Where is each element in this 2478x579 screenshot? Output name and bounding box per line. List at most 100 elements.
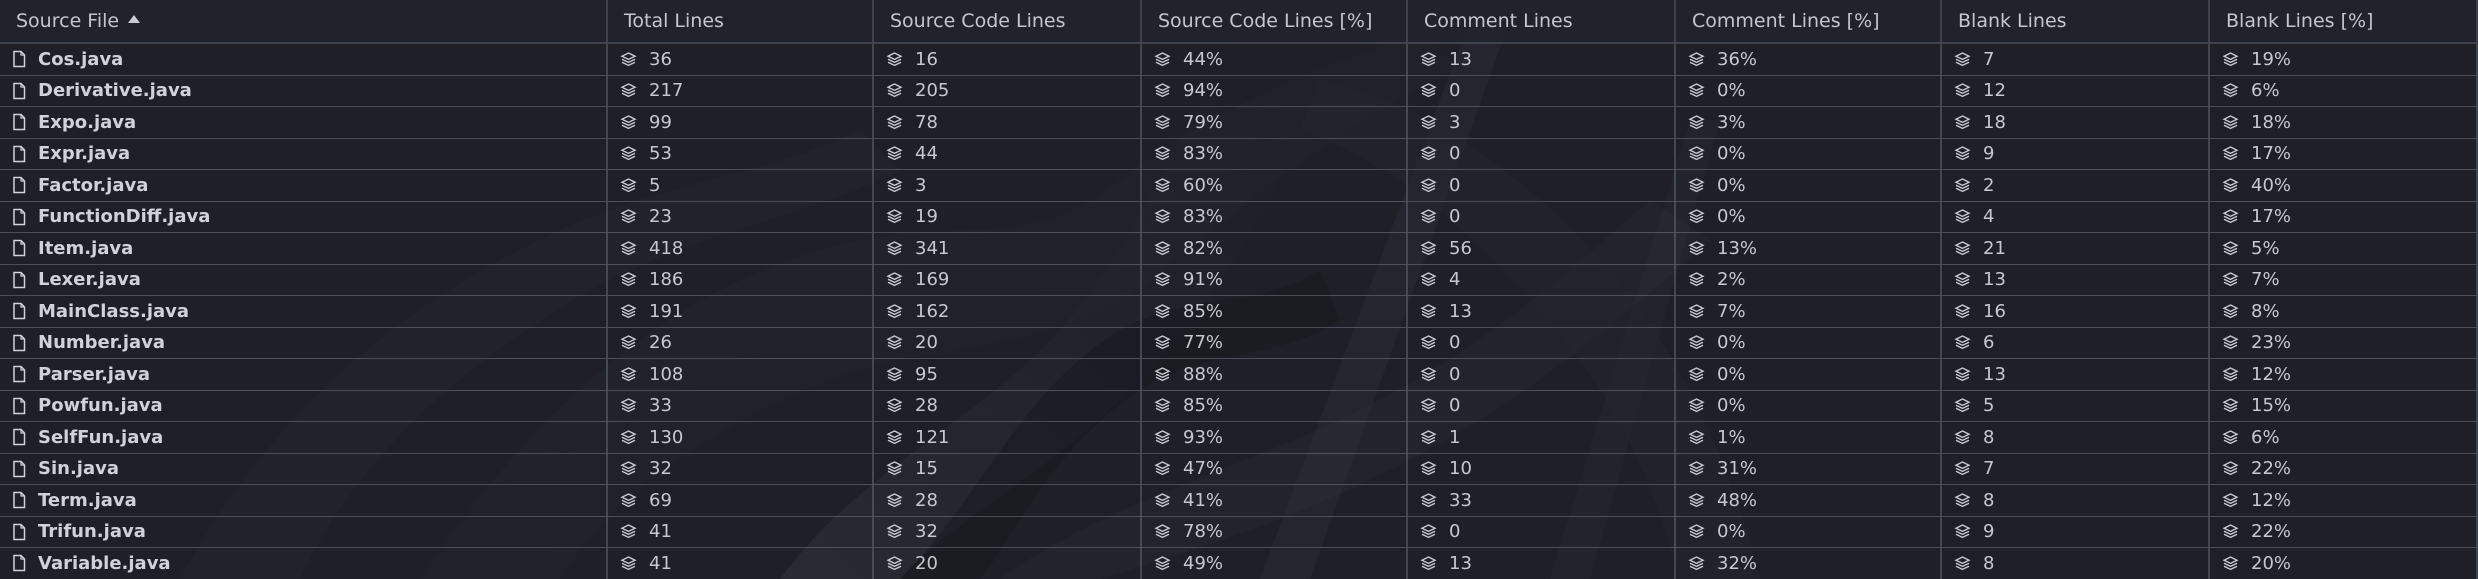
file-icon	[13, 271, 26, 288]
blank-lines-value: 8	[1983, 552, 1995, 574]
stack-icon	[2222, 555, 2239, 570]
blank-lines-pct-cell: 5%	[2210, 233, 2478, 264]
table-row[interactable]: Derivative.java 217 205 94% 0 0% 12 6%	[0, 75, 2478, 107]
blank-lines-value: 16	[1983, 300, 2006, 322]
comment-lines-cell: 13	[1408, 44, 1676, 75]
blank-lines-pct-cell: 8%	[2210, 296, 2478, 327]
stack-icon	[620, 272, 637, 287]
blank-lines-pct-cell: 40%	[2210, 170, 2478, 201]
source-file-cell[interactable]: Powfun.java	[0, 390, 608, 421]
comment-lines-cell: 3	[1408, 107, 1676, 138]
source-code-lines-cell: 162	[874, 296, 1142, 327]
table-row[interactable]: Sin.java 32 15 47% 10 31% 7 22%	[0, 453, 2478, 485]
table-row[interactable]: FunctionDiff.java 23 19 83% 0 0% 4 17%	[0, 201, 2478, 233]
stack-icon	[1954, 429, 1971, 444]
total-lines-cell: 41	[608, 548, 874, 579]
stack-icon	[1954, 240, 1971, 255]
comment-lines-pct-cell: 36%	[1676, 44, 1942, 75]
file-icon	[13, 177, 26, 194]
table-row[interactable]: Trifun.java 41 32 78% 0 0% 9 22%	[0, 516, 2478, 548]
source-code-lines-pct-cell: 44%	[1142, 44, 1408, 75]
stack-icon	[2222, 209, 2239, 224]
comment-lines-pct-value: 0%	[1717, 395, 1746, 417]
column-header-comment-lines-pct[interactable]: Comment Lines [%]	[1676, 0, 1942, 42]
source-file-cell[interactable]: Parser.java	[0, 359, 608, 390]
source-file-cell[interactable]: Factor.java	[0, 170, 608, 201]
blank-lines-cell: 18	[1942, 107, 2210, 138]
file-icon	[13, 82, 26, 99]
comment-lines-value: 13	[1449, 48, 1472, 70]
table-row[interactable]: Lexer.java 186 169 91% 4 2% 13 7%	[0, 264, 2478, 296]
blank-lines-cell: 13	[1942, 359, 2210, 390]
source-file-cell[interactable]: Derivative.java	[0, 75, 608, 106]
stack-icon	[1954, 209, 1971, 224]
comment-lines-pct-cell: 32%	[1676, 548, 1942, 579]
column-header-blank-lines[interactable]: Blank Lines	[1942, 0, 2210, 42]
comment-lines-pct-cell: 0%	[1676, 75, 1942, 106]
column-header-blank-lines-pct[interactable]: Blank Lines [%]	[2210, 0, 2478, 42]
source-code-lines-cell: 95	[874, 359, 1142, 390]
stack-icon	[1688, 492, 1705, 507]
column-header-comment-lines[interactable]: Comment Lines	[1408, 0, 1676, 42]
source-file-cell[interactable]: Sin.java	[0, 453, 608, 484]
source-file-cell[interactable]: Lexer.java	[0, 264, 608, 295]
stack-icon	[1420, 524, 1437, 539]
stack-icon	[620, 366, 637, 381]
column-header-source-file[interactable]: Source File	[0, 0, 608, 42]
stack-icon	[2222, 429, 2239, 444]
source-file-cell[interactable]: Expr.java	[0, 138, 608, 169]
table-row[interactable]: Parser.java 108 95 88% 0 0% 13 12%	[0, 359, 2478, 391]
table-row[interactable]: MainClass.java 191 162 85% 13 7% 16 8%	[0, 296, 2478, 328]
source-file-cell[interactable]: Expo.java	[0, 107, 608, 138]
sort-ascending-icon[interactable]	[128, 14, 141, 23]
column-header-source-code-lines-pct[interactable]: Source Code Lines [%]	[1142, 0, 1408, 42]
file-icon	[13, 429, 26, 446]
source-file-name: SelfFun.java	[38, 426, 164, 448]
comment-lines-pct-cell: 48%	[1676, 485, 1942, 516]
stack-icon	[620, 398, 637, 413]
stack-icon	[1420, 51, 1437, 66]
source-code-lines-pct-value: 85%	[1183, 300, 1224, 322]
table-row[interactable]: Expr.java 53 44 83% 0 0% 9 17%	[0, 138, 2478, 170]
column-header-label: Source Code Lines	[890, 10, 1066, 32]
source-file-cell[interactable]: Variable.java	[0, 548, 608, 579]
table-row[interactable]: Powfun.java 33 28 85% 0 0% 5 15%	[0, 390, 2478, 422]
column-header-total-lines[interactable]: Total Lines	[608, 0, 874, 42]
total-lines-value: 108	[649, 363, 684, 385]
table-row[interactable]: Factor.java 5 3 60% 0 0% 2 40%	[0, 170, 2478, 202]
source-file-cell[interactable]: Trifun.java	[0, 516, 608, 547]
total-lines-cell: 53	[608, 138, 874, 169]
blank-lines-pct-cell: 12%	[2210, 359, 2478, 390]
source-file-cell[interactable]: Term.java	[0, 485, 608, 516]
total-lines-value: 217	[649, 80, 684, 102]
source-code-lines-value: 341	[915, 237, 950, 259]
comment-lines-value: 0	[1449, 521, 1461, 543]
source-file-name: Lexer.java	[38, 269, 141, 291]
source-file-cell[interactable]: Number.java	[0, 327, 608, 358]
column-header-source-code-lines[interactable]: Source Code Lines	[874, 0, 1142, 42]
total-lines-cell: 23	[608, 201, 874, 232]
source-file-cell[interactable]: FunctionDiff.java	[0, 201, 608, 232]
source-file-cell[interactable]: MainClass.java	[0, 296, 608, 327]
source-code-lines-pct-cell: 85%	[1142, 390, 1408, 421]
source-file-cell[interactable]: Cos.java	[0, 44, 608, 75]
table-row[interactable]: Item.java 418 341 82% 56 13% 21 5%	[0, 233, 2478, 265]
source-code-lines-pct-cell: 91%	[1142, 264, 1408, 295]
source-code-lines-pct-value: 79%	[1183, 111, 1224, 133]
column-header-label: Comment Lines [%]	[1692, 10, 1880, 32]
total-lines-value: 26	[649, 332, 672, 354]
stack-icon	[1688, 461, 1705, 476]
table-row[interactable]: Number.java 26 20 77% 0 0% 6 23%	[0, 327, 2478, 359]
stack-icon	[1420, 83, 1437, 98]
comment-lines-cell: 0	[1408, 359, 1676, 390]
total-lines-cell: 26	[608, 327, 874, 358]
source-file-cell[interactable]: Item.java	[0, 233, 608, 264]
source-file-cell[interactable]: SelfFun.java	[0, 422, 608, 453]
table-row[interactable]: SelfFun.java 130 121 93% 1 1% 8 6%	[0, 422, 2478, 454]
table-row[interactable]: Term.java 69 28 41% 33 48% 8 12%	[0, 485, 2478, 517]
table-row[interactable]: Cos.java 36 16 44% 13 36% 7 19%	[0, 44, 2478, 76]
comment-lines-pct-value: 0%	[1717, 521, 1746, 543]
table-row[interactable]: Expo.java 99 78 79% 3 3% 18 18%	[0, 107, 2478, 139]
stack-icon	[886, 555, 903, 570]
table-row[interactable]: Variable.java 41 20 49% 13 32% 8 20%	[0, 548, 2478, 579]
